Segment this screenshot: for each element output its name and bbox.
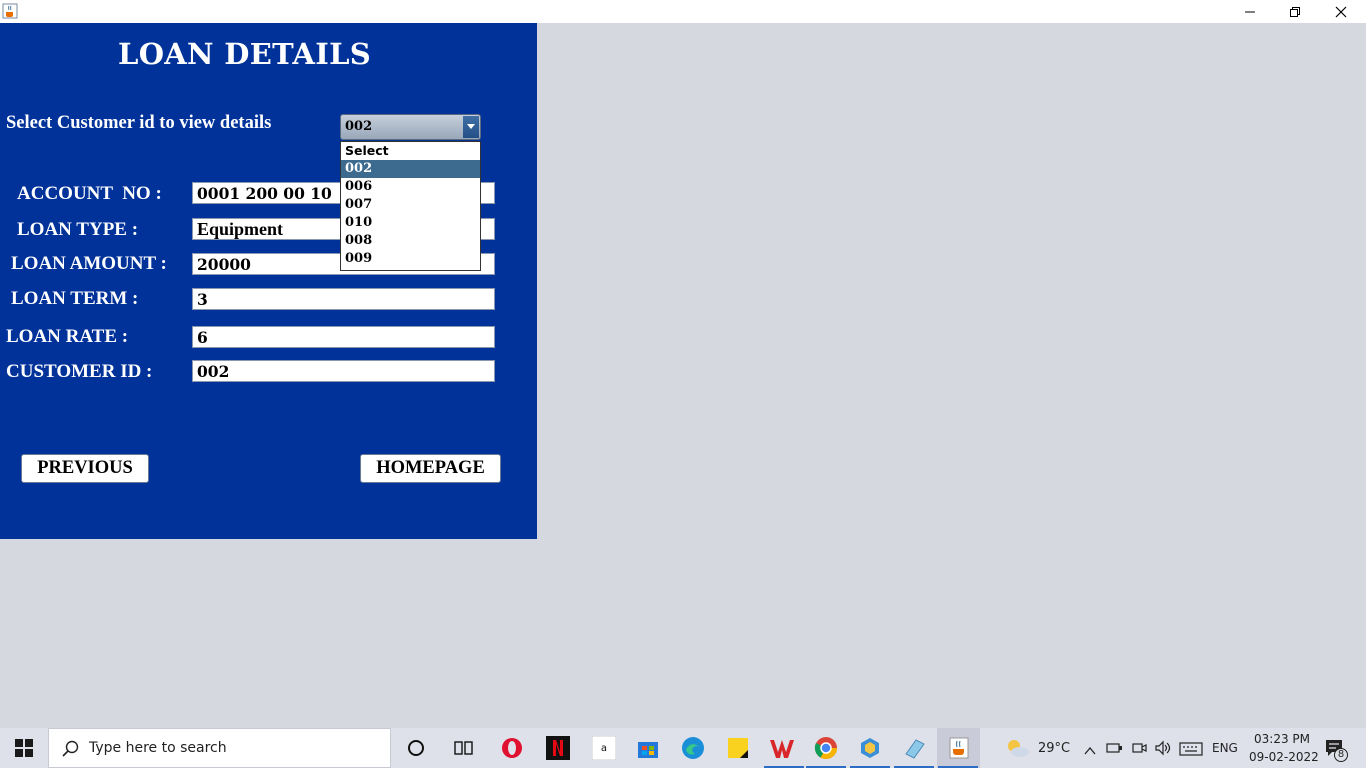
notification-count-badge: 8: [1334, 748, 1348, 762]
customer-id-field[interactable]: 002: [192, 360, 495, 382]
search-icon: [62, 740, 79, 761]
clock-date[interactable]: 09-02-2022: [1249, 750, 1319, 764]
loan-term-field[interactable]: 3: [192, 288, 495, 310]
taskbar-search-input[interactable]: Type here to search: [48, 728, 391, 768]
select-customer-label: Select Customer id to view details: [6, 113, 272, 133]
weather-temperature[interactable]: 29°C: [1038, 741, 1070, 756]
restore-button[interactable]: [1272, 0, 1318, 23]
account-no-label: ACCOUNT NO :: [17, 183, 162, 204]
account-no-value: 0001 200 00 10: [197, 184, 332, 203]
loan-rate-label: LOAN RATE :: [6, 326, 129, 347]
loan-term-label: LOAN TERM :: [11, 288, 139, 309]
dropdown-option[interactable]: 010: [341, 214, 480, 232]
netflix-icon[interactable]: [544, 734, 572, 762]
edge-icon[interactable]: [679, 734, 707, 762]
dropdown-option[interactable]: 006: [341, 178, 480, 196]
chrome-icon[interactable]: [812, 734, 840, 762]
dropdown-option[interactable]: Select: [341, 142, 480, 160]
minimize-button[interactable]: [1227, 0, 1273, 23]
app-icon[interactable]: [900, 734, 928, 762]
customer-id-dropdown-list: Select 002 006 007 010 008 009: [340, 141, 481, 271]
java-cup-icon: [2, 3, 18, 19]
sticky-notes-icon[interactable]: [724, 734, 752, 762]
app-icon[interactable]: [856, 734, 884, 762]
loan-rate-value: 6: [197, 328, 208, 347]
amazon-icon[interactable]: a: [590, 734, 618, 762]
dropdown-option[interactable]: 007: [341, 196, 480, 214]
loan-amount-label: LOAN AMOUNT :: [11, 253, 167, 274]
taskbar: Type here to search a 29°C ENG 03:23 PM …: [0, 728, 1366, 768]
customer-id-value: 002: [197, 362, 230, 381]
cortana-icon[interactable]: [402, 734, 430, 762]
title-bar: [0, 0, 1366, 23]
network-icon[interactable]: [1106, 740, 1124, 759]
volume-icon[interactable]: [1154, 740, 1172, 760]
loan-term-value: 3: [197, 290, 208, 309]
language-indicator[interactable]: ENG: [1212, 741, 1238, 755]
opera-icon[interactable]: [498, 734, 526, 762]
search-placeholder: Type here to search: [89, 740, 227, 756]
homepage-button[interactable]: HOMEPAGE: [360, 454, 501, 483]
chevron-down-icon[interactable]: [463, 116, 479, 138]
windows-start-icon[interactable]: [0, 728, 48, 768]
microsoft-store-icon[interactable]: [634, 734, 662, 762]
dropdown-option[interactable]: 008: [341, 232, 480, 250]
java-icon: [945, 734, 973, 762]
loan-details-panel: LOAN DETAILS Select Customer id to view …: [0, 23, 537, 539]
page-title: LOAN DETAILS: [118, 37, 372, 71]
customer-id-combobox[interactable]: 002: [340, 114, 481, 140]
wps-office-icon[interactable]: [768, 734, 796, 762]
meet-now-icon[interactable]: [1131, 740, 1147, 760]
previous-button[interactable]: PREVIOUS: [21, 454, 149, 483]
task-view-icon[interactable]: [450, 734, 478, 762]
loan-type-value: Equipment: [197, 219, 284, 239]
svg-text:a: a: [601, 743, 607, 754]
keyboard-icon[interactable]: [1179, 741, 1203, 760]
weather-icon[interactable]: [1004, 737, 1030, 763]
clock-time[interactable]: 03:23 PM: [1254, 732, 1310, 746]
combo-selected-value: 002: [345, 119, 373, 134]
dropdown-option-selected[interactable]: 002: [341, 160, 480, 178]
customer-id-label: CUSTOMER ID :: [6, 361, 153, 382]
loan-rate-field[interactable]: 6: [192, 326, 495, 348]
dropdown-option[interactable]: 009: [341, 250, 480, 268]
java-taskbar-button[interactable]: [937, 728, 980, 768]
loan-type-label: LOAN TYPE :: [17, 219, 139, 240]
chevron-up-icon[interactable]: [1084, 741, 1096, 760]
loan-amount-value: 20000: [197, 255, 251, 274]
close-button[interactable]: [1318, 0, 1364, 23]
